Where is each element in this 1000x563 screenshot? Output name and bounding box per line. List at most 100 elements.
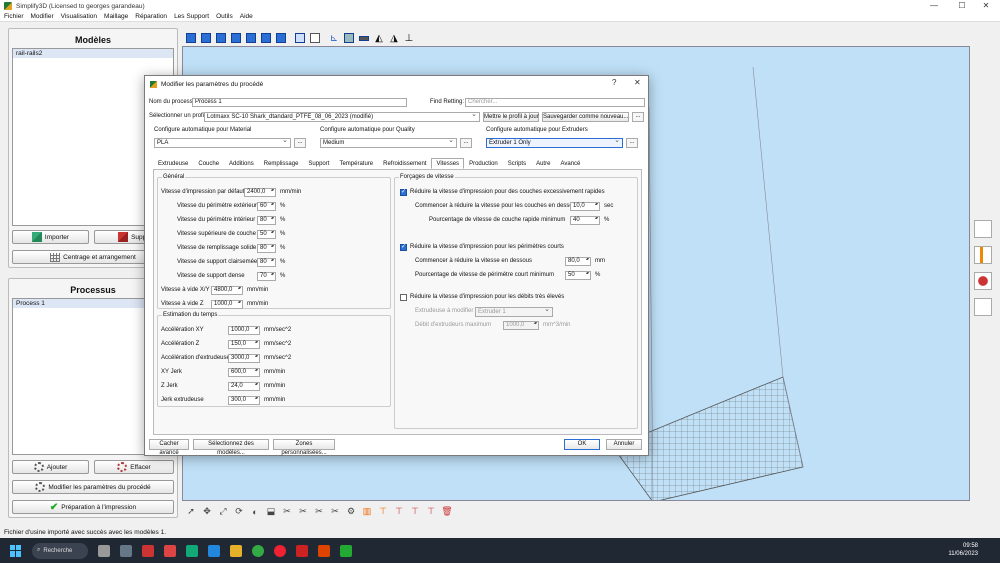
short-perimeters-threshold-input[interactable]: 80,0 (565, 257, 591, 266)
support-icon[interactable] (974, 272, 992, 290)
menu-reparation[interactable]: Réparation (135, 13, 167, 20)
view-right-icon[interactable] (244, 31, 258, 45)
build-volume-icon[interactable] (342, 31, 356, 45)
support-clear-icon[interactable]: ⊤ (424, 505, 438, 518)
rotate-icon[interactable]: ⟳ (232, 505, 246, 518)
view-top-icon[interactable] (259, 31, 273, 45)
list-item[interactable]: rail-rails2 (13, 49, 173, 58)
menu-modifier[interactable]: Modifier (31, 13, 54, 20)
tab-avance[interactable]: Avancé (555, 158, 585, 169)
extruders-more-button[interactable]: ... (626, 138, 638, 148)
inner-perimeter-speed-input[interactable]: 80 (257, 216, 276, 225)
auto-quality-select[interactable]: Medium (320, 137, 457, 148)
fast-layers-min-input[interactable]: 40 (570, 216, 600, 225)
chart-icon[interactable] (974, 246, 992, 264)
xy-jerk-input[interactable]: 600,0 (228, 368, 260, 377)
mirror-icon[interactable]: ◐ (248, 505, 262, 518)
find-input[interactable]: Chercher... (465, 98, 645, 107)
extruder-to-modify-select[interactable]: Extruder 1 (475, 306, 553, 317)
dense-support-speed-input[interactable]: 70 (257, 272, 276, 281)
save-new-profile-button[interactable]: Sauvegarder comme nouveau... (542, 112, 629, 122)
auto-material-select[interactable]: PLA (154, 137, 291, 148)
xy-acceleration-input[interactable]: 1000,0 (228, 326, 260, 335)
folder-icon[interactable] (230, 544, 242, 557)
custom-zones-button[interactable]: Zones personnalisées... (273, 439, 335, 456)
bed-icon[interactable] (357, 31, 371, 45)
support-grid-icon[interactable]: ⊤ (408, 505, 422, 518)
place-icon[interactable]: ⬓ (264, 505, 278, 518)
solid-infill-speed-input[interactable]: 80 (257, 244, 276, 253)
cut-x-icon[interactable]: ✂ (296, 505, 310, 518)
add-support-icon[interactable]: ⊤ (376, 505, 390, 518)
ok-button[interactable]: OK (564, 439, 600, 450)
menu-support[interactable]: Les Support (174, 13, 209, 20)
sparse-support-speed-input[interactable]: 80 (257, 258, 276, 267)
process-name-input[interactable]: Process 1 (192, 98, 407, 107)
app-blue-icon[interactable] (208, 544, 220, 557)
high-flow-checkbox[interactable] (400, 294, 407, 301)
hide-advanced-button[interactable]: Cacher avancé (149, 439, 189, 456)
auto-extruders-select[interactable]: Extruder 1 Only (486, 137, 623, 148)
select-models-button[interactable]: Sélectionnez des modèles... (193, 439, 269, 456)
cancel-button[interactable]: Annuler (606, 439, 642, 450)
extruder-jerk-input[interactable]: 300,0 (228, 396, 260, 405)
task-view-icon[interactable] (98, 544, 110, 557)
app-red-icon[interactable] (164, 544, 176, 557)
simplify3d-taskbar-icon[interactable] (142, 544, 154, 557)
tab-vitesses[interactable]: Vitesses (431, 158, 465, 169)
taskbar-search[interactable]: ⌕ Recherche (32, 542, 88, 559)
menu-aide[interactable]: Aide (240, 13, 253, 20)
move-icon[interactable]: ✥ (200, 505, 214, 518)
xy-travel-speed-input[interactable]: 4800,0 (211, 286, 243, 295)
tab-refroidissement[interactable]: Refroidissement (378, 158, 431, 169)
cut-y-icon[interactable]: ✂ (312, 505, 326, 518)
profile-more-button[interactable]: ... (632, 112, 644, 122)
layers-icon[interactable] (974, 220, 992, 238)
menu-outils[interactable]: Outils (216, 13, 233, 20)
tab-remplissage[interactable]: Remplissage (259, 158, 304, 169)
tab-additions[interactable]: Additions (224, 158, 259, 169)
z-travel-speed-input[interactable]: 1000,0 (211, 300, 243, 309)
add-process-button[interactable]: Ajouter (12, 460, 89, 474)
chrome-icon[interactable] (252, 544, 264, 557)
max-flow-input[interactable]: 1000,0 (503, 321, 539, 330)
scale-icon[interactable]: ⤢ (216, 505, 230, 518)
cross-section-icon[interactable]: ◭ (372, 31, 386, 45)
quality-more-button[interactable]: ... (460, 138, 472, 148)
edit-process-button[interactable]: Modifier les paramètres du procédé (12, 480, 174, 494)
section-plane-icon[interactable]: ◮ (387, 31, 401, 45)
top-layer-speed-input[interactable]: 50 (257, 230, 276, 239)
import-button[interactable]: Importer (12, 230, 89, 244)
table-icon[interactable] (974, 298, 992, 316)
cut-z-icon[interactable]: ✂ (328, 505, 342, 518)
dialog-close-button[interactable]: ✕ (634, 78, 641, 87)
outline-cube-icon[interactable] (308, 31, 322, 45)
view-left-icon[interactable] (229, 31, 243, 45)
wireframe-cube-icon[interactable] (293, 31, 307, 45)
menu-fichier[interactable]: Fichier (4, 13, 24, 20)
trash-icon[interactable]: 🗑 (440, 505, 454, 518)
short-perimeters-min-input[interactable]: 50 (565, 271, 591, 280)
material-more-button[interactable]: ... (294, 138, 306, 148)
opera-icon[interactable] (274, 544, 286, 557)
app-dragon-icon[interactable] (296, 544, 308, 557)
repair-icon[interactable]: ⚙ (344, 505, 358, 518)
menu-maillage[interactable]: Maillage (104, 13, 128, 20)
widgets-icon[interactable] (120, 544, 132, 557)
profile-select[interactable]: Lotmaxx SC-10 Shark_dtandard_PTFE_08_06_… (204, 111, 480, 122)
update-profile-button[interactable]: Mettre le profil à jour (483, 112, 539, 122)
tab-autre[interactable]: Autre (531, 158, 555, 169)
axes-icon[interactable]: ⊾ (327, 31, 341, 45)
tab-production[interactable]: Production (464, 158, 503, 169)
view-front-icon[interactable] (199, 31, 213, 45)
short-perimeters-checkbox[interactable] (400, 243, 407, 251)
outer-perimeter-speed-input[interactable]: 60 (257, 202, 276, 211)
fast-layers-threshold-input[interactable]: 10,0 (570, 202, 600, 211)
extruder-acceleration-input[interactable]: 3000,0 (228, 354, 260, 363)
edge-icon[interactable] (186, 544, 198, 557)
app-orange-icon[interactable] (318, 544, 330, 557)
view-back-icon[interactable] (214, 31, 228, 45)
tab-scripts[interactable]: Scripts (503, 158, 531, 169)
fast-layers-checkbox[interactable] (400, 188, 407, 196)
app-green-icon[interactable] (340, 544, 352, 557)
